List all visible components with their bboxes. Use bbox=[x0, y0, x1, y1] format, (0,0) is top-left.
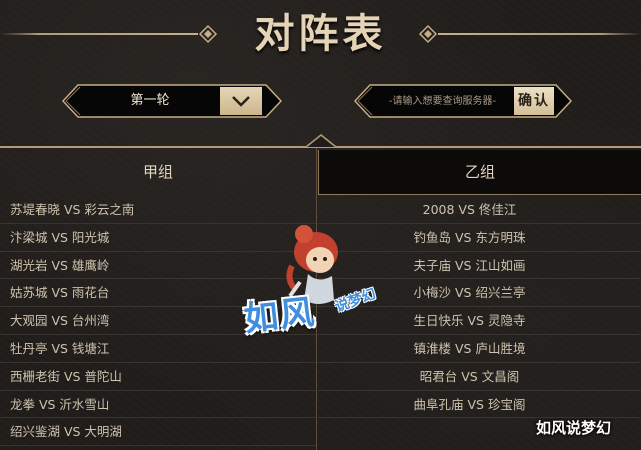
board-notch-icon bbox=[306, 134, 336, 148]
match-row: 昭君台 VS 文昌阁 bbox=[318, 363, 641, 391]
match-row: 夫子庙 VS 江山如画 bbox=[318, 252, 641, 280]
confirm-button[interactable]: 确认 bbox=[514, 87, 554, 115]
round-dropdown-toggle[interactable] bbox=[220, 87, 262, 115]
match-row: 镇淮楼 VS 庐山胜境 bbox=[318, 335, 641, 363]
page-title: 对阵表 bbox=[254, 10, 387, 57]
page-header: 对阵表 bbox=[0, 0, 641, 70]
match-row: 绍兴鉴湖 VS 大明湖 bbox=[0, 418, 316, 447]
corner-watermark: 如风说梦幻 bbox=[536, 419, 612, 437]
match-row: 苏堤春晓 VS 彩云之南 bbox=[0, 196, 316, 224]
header-divider-left bbox=[0, 33, 198, 35]
tab-group-a[interactable]: 甲组 bbox=[0, 150, 316, 195]
round-select[interactable]: 第一轮 bbox=[62, 84, 282, 118]
diamond-ornament-icon bbox=[198, 24, 218, 44]
match-row: 龙拳 VS 沂水雪山 bbox=[0, 391, 316, 419]
server-search: 确认 bbox=[354, 84, 572, 118]
match-row: 钓鱼岛 VS 东方明珠 bbox=[318, 224, 641, 252]
tab-group-b[interactable]: 乙组 bbox=[318, 150, 641, 195]
round-select-value: 第一轮 bbox=[130, 93, 170, 108]
header-divider-right bbox=[438, 33, 641, 35]
match-row: 汴梁城 VS 阳光城 bbox=[0, 224, 316, 252]
server-search-input[interactable] bbox=[374, 87, 511, 115]
chevron-down-icon bbox=[232, 96, 250, 107]
match-row: 湖光岩 VS 雄鹰岭 bbox=[0, 252, 316, 280]
match-row: 西栅老街 VS 普陀山 bbox=[0, 363, 316, 391]
match-row: 2008 VS 佟佳江 bbox=[318, 196, 641, 224]
diamond-ornament-icon bbox=[418, 24, 438, 44]
